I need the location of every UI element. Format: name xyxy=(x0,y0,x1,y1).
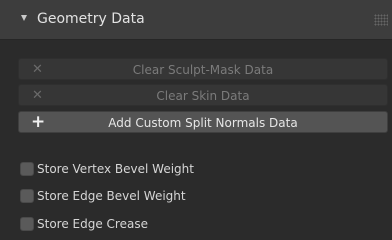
checkbox-box[interactable] xyxy=(20,189,34,203)
checkbox-box[interactable] xyxy=(20,217,34,231)
checkbox-label[interactable]: Store Vertex Bevel Weight xyxy=(37,160,194,178)
checkbox-label[interactable]: Store Edge Crease xyxy=(37,215,148,233)
panel-title: Geometry Data xyxy=(37,11,145,27)
button-label: Clear Skin Data xyxy=(156,89,250,103)
panel-header[interactable]: Geometry Data xyxy=(0,0,392,40)
checkbox-box[interactable] xyxy=(20,162,34,176)
button-label: Clear Sculpt-Mask Data xyxy=(132,63,274,77)
button-label: Add Custom Split Normals Data xyxy=(108,116,298,130)
collapse-triangle-icon[interactable] xyxy=(21,15,27,21)
clear-sculpt-mask-data-button: ✕ Clear Sculpt-Mask Data xyxy=(18,58,388,80)
clear-skin-data-button: ✕ Clear Skin Data xyxy=(18,84,388,106)
drag-grip-icon[interactable] xyxy=(374,14,388,26)
checkbox-label[interactable]: Store Edge Bevel Weight xyxy=(37,187,186,205)
add-custom-split-normals-data-button[interactable]: + Add Custom Split Normals Data xyxy=(18,111,388,133)
geometry-data-panel: Geometry Data ✕ Clear Sculpt-Mask Data ✕… xyxy=(0,0,392,240)
